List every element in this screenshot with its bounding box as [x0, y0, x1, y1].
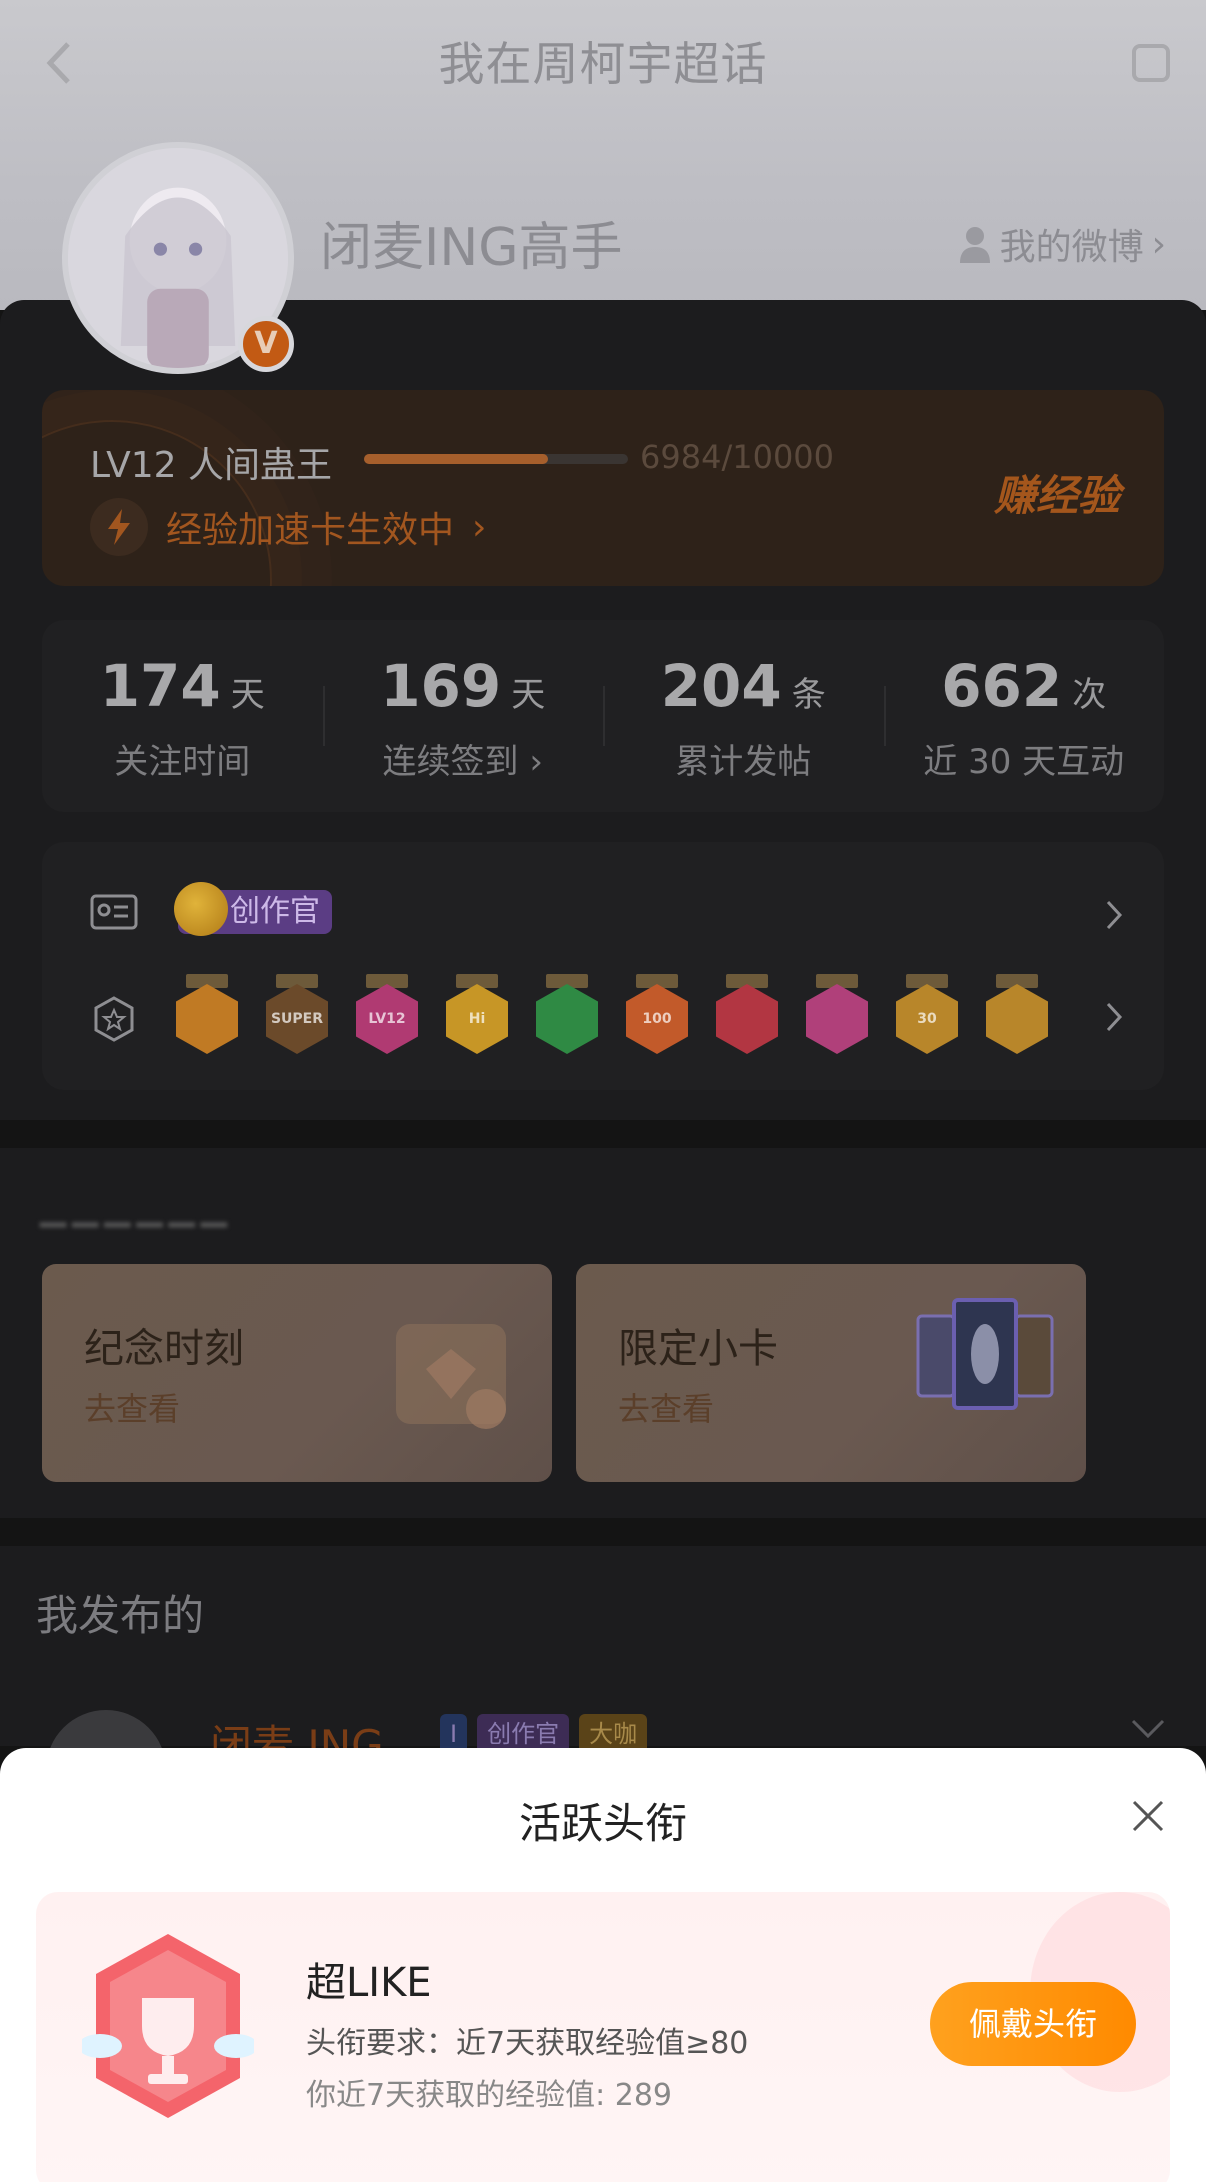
lightning-icon — [90, 498, 148, 556]
medal-icon — [94, 996, 134, 1042]
medal-body: 30 — [896, 984, 958, 1054]
stat-unit: 条 — [791, 675, 826, 715]
stat-value: 662 — [941, 652, 1063, 720]
my-weibo-label: 我的微博 — [999, 227, 1144, 268]
creator-tag-label: 创作官 — [230, 894, 320, 929]
person-icon — [959, 227, 990, 263]
photo-cards-icon — [916, 1298, 1054, 1410]
hi-medal-icon: Hi — [446, 974, 508, 1058]
crown-medal-icon — [176, 974, 238, 1058]
stat-label: 累计发帖 — [675, 742, 812, 782]
stat-unit: 次 — [1072, 675, 1107, 715]
medal-body — [806, 984, 868, 1054]
trophy-medal-icon — [716, 974, 778, 1058]
boost-card-link[interactable]: 经验加速卡生效中 › — [90, 498, 486, 556]
trophy-medal-icon — [82, 1934, 254, 2118]
stat-label: 连续签到 › — [382, 742, 543, 782]
partial-medal-icon — [986, 974, 1048, 1058]
super-crown-medal-icon: SUPER — [266, 974, 328, 1058]
more-icon[interactable] — [1126, 38, 1176, 88]
title-progress: 你近7天获取的经验值: 289 — [306, 2078, 672, 2113]
medal-body — [176, 984, 238, 1054]
stat-value: 174 — [99, 652, 221, 720]
stat-label: 关注时间 — [114, 742, 251, 782]
medal-body: SUPER — [266, 984, 328, 1054]
level-progress-fill — [364, 454, 549, 464]
title-requirement: 头衔要求：近7天获取经验值≥80 — [306, 2026, 749, 2061]
stat-unit: 天 — [511, 675, 546, 715]
stat-value: 169 — [380, 652, 502, 720]
level-panel: LV12 人间蛊王 6984/10000 经验加速卡生效中 › 赚经验 — [42, 390, 1164, 586]
section-title-blurred: ▁▁▁▁▁▁ — [40, 1188, 233, 1228]
calendar-diamond-icon — [396, 1324, 506, 1429]
limited-cards-card[interactable]: 限定小卡 去查看 — [576, 1264, 1086, 1482]
medal-body: LV12 — [356, 984, 418, 1054]
section-title: 我发布的 — [36, 1591, 205, 1640]
medal-body — [716, 984, 778, 1054]
creator-title-tag[interactable]: 创作官 — [174, 882, 332, 936]
cap-medal-icon — [806, 974, 868, 1058]
stat-posts: 204 条 累计发帖 — [603, 620, 884, 812]
lv12-medal-icon: LV12 — [356, 974, 418, 1058]
stat-checkin-days[interactable]: 169 天 连续签到 › — [322, 620, 604, 812]
stat-unit: 天 — [230, 675, 265, 715]
verified-badge: V — [238, 316, 294, 372]
badges-panel: 创作官 SUPER LV12 Hi 100 30 — [42, 842, 1164, 1090]
chick-icon — [174, 882, 228, 936]
title-item-card: 超LIKE 头衔要求：近7天获取经验值≥80 你近7天获取的经验值: 289 佩… — [36, 1892, 1170, 2182]
medal-body — [986, 984, 1048, 1054]
level-progress-bar — [364, 454, 628, 464]
nickname: 闭麦ING高手 — [320, 218, 623, 278]
close-icon[interactable] — [1128, 1796, 1168, 1836]
level-label: LV12 人间蛊王 — [90, 445, 332, 486]
100-days-medal-icon: 100 — [626, 974, 688, 1058]
card-link: 去查看 — [618, 1390, 715, 1428]
stat-label: 近 30 天互动 — [923, 742, 1125, 782]
chevron-right-icon: › — [1151, 223, 1166, 265]
stat-interactions: 662 次 近 30 天互动 — [883, 620, 1165, 812]
stats-panel: 174 天 关注时间 169 天 连续签到 › 204 条 累计发帖 662 次 近 3… — [42, 620, 1164, 812]
my-weibo-link[interactable]: 我的微博 › — [958, 218, 1166, 270]
card-link: 去查看 — [84, 1390, 181, 1428]
chevron-down-icon[interactable] — [1130, 1718, 1166, 1740]
medal-body: Hi — [446, 984, 508, 1054]
memorial-moments-card[interactable]: 纪念时刻 去查看 — [42, 1264, 552, 1482]
hand-medal-icon — [536, 974, 598, 1058]
card-title: 限定小卡 — [618, 1326, 778, 1372]
30-days-medal-icon: 30 — [896, 974, 958, 1058]
chevron-right-icon[interactable] — [1104, 898, 1124, 932]
medal-list[interactable]: SUPER LV12 Hi 100 30 — [176, 974, 1050, 1070]
earn-exp-button[interactable]: 赚经验 — [994, 462, 1120, 523]
stat-follow-days: 174 天 关注时间 — [42, 620, 323, 812]
active-title-sheet: 活跃头衔 超LIKE 头衔要求：近7天获取经验值≥80 你近7天获取的经验值: … — [0, 1748, 1206, 2182]
level-progress-text: 6984/10000 — [640, 438, 835, 476]
chevron-right-icon: › — [472, 506, 487, 548]
chevron-right-icon[interactable] — [1104, 1000, 1124, 1034]
feature-cards-section: ▁▁▁▁▁▁ 纪念时刻 去查看 限定小卡 去查看 — [0, 1148, 1206, 1518]
card-title: 纪念时刻 — [84, 1326, 244, 1372]
title-name: 超LIKE — [306, 1960, 432, 2006]
medal-body: 100 — [626, 984, 688, 1054]
medal-body — [536, 984, 598, 1054]
wear-title-button[interactable]: 佩戴头衔 — [930, 1982, 1136, 2066]
id-card-icon — [90, 894, 138, 930]
stat-value: 204 — [660, 652, 782, 720]
boost-label: 经验加速卡生效中 — [166, 510, 455, 551]
page-title: 我在周柯宇超话 — [438, 37, 768, 91]
sheet-title: 活跃头衔 — [518, 1799, 687, 1848]
